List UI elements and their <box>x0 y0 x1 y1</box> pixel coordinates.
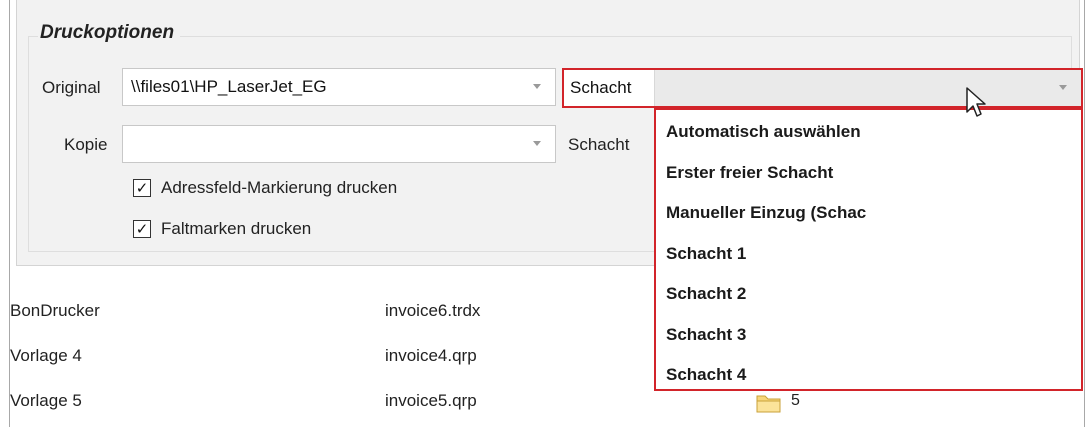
table-row[interactable]: BonDrucker invoice6.trdx <box>10 292 650 332</box>
template-name: BonDrucker <box>10 301 100 320</box>
table-row[interactable]: Vorlage 5 invoice5.qrp <box>10 382 650 422</box>
template-name: Vorlage 4 <box>10 346 82 365</box>
tray-option-1[interactable]: Schacht 1 <box>656 234 1081 275</box>
original-tray-value-box[interactable] <box>655 70 1081 106</box>
template-file: invoice4.qrp <box>385 346 477 365</box>
original-tray-label: Schacht <box>570 78 632 97</box>
original-label: Original <box>42 78 101 97</box>
template-file: invoice6.trdx <box>385 301 481 320</box>
fold-marks-checkbox-row[interactable]: ✓ Faltmarken drucken <box>133 218 311 240</box>
template-file: invoice5.qrp <box>385 391 477 410</box>
mouse-cursor-icon <box>966 87 986 117</box>
chevron-down-icon[interactable] <box>1059 85 1067 90</box>
original-tray-select[interactable]: Schacht <box>562 68 1083 108</box>
tray-option-4[interactable]: Schacht 4 <box>656 355 1081 396</box>
template-name: Vorlage 5 <box>10 391 82 410</box>
copy-printer-select[interactable] <box>122 125 556 163</box>
tray-option-auto[interactable]: Automatisch auswählen <box>656 112 1081 153</box>
table-row[interactable]: Vorlage 4 invoice4.qrp <box>10 337 650 377</box>
tray-option-manual[interactable]: Manueller Einzug (Schac <box>656 193 1081 234</box>
tray-option-3[interactable]: Schacht 3 <box>656 315 1081 356</box>
copy-tray-label: Schacht <box>568 135 630 154</box>
original-tray-label-box: Schacht <box>564 70 655 106</box>
address-field-checkbox[interactable]: ✓ <box>133 179 151 197</box>
tray-option-2[interactable]: Schacht 2 <box>656 274 1081 315</box>
original-printer-value: \\files01\HP_LaserJet_EG <box>131 77 327 96</box>
address-field-checkbox-label[interactable]: Adressfeld-Markierung drucken <box>161 178 397 198</box>
original-printer-select[interactable]: \\files01\HP_LaserJet_EG <box>122 68 556 106</box>
copy-label: Kopie <box>64 135 108 154</box>
group-title: Druckoptionen <box>38 22 181 44</box>
chevron-down-icon <box>533 141 541 146</box>
tray-option-first-free[interactable]: Erster freier Schacht <box>656 153 1081 194</box>
address-field-checkbox-row[interactable]: ✓ Adressfeld-Markierung drucken <box>133 177 397 199</box>
tray-dropdown-list[interactable]: Automatisch auswählen Erster freier Scha… <box>654 108 1083 391</box>
fold-marks-checkbox-label[interactable]: Faltmarken drucken <box>161 219 311 239</box>
chevron-down-icon <box>533 84 541 89</box>
fold-marks-checkbox[interactable]: ✓ <box>133 220 151 238</box>
